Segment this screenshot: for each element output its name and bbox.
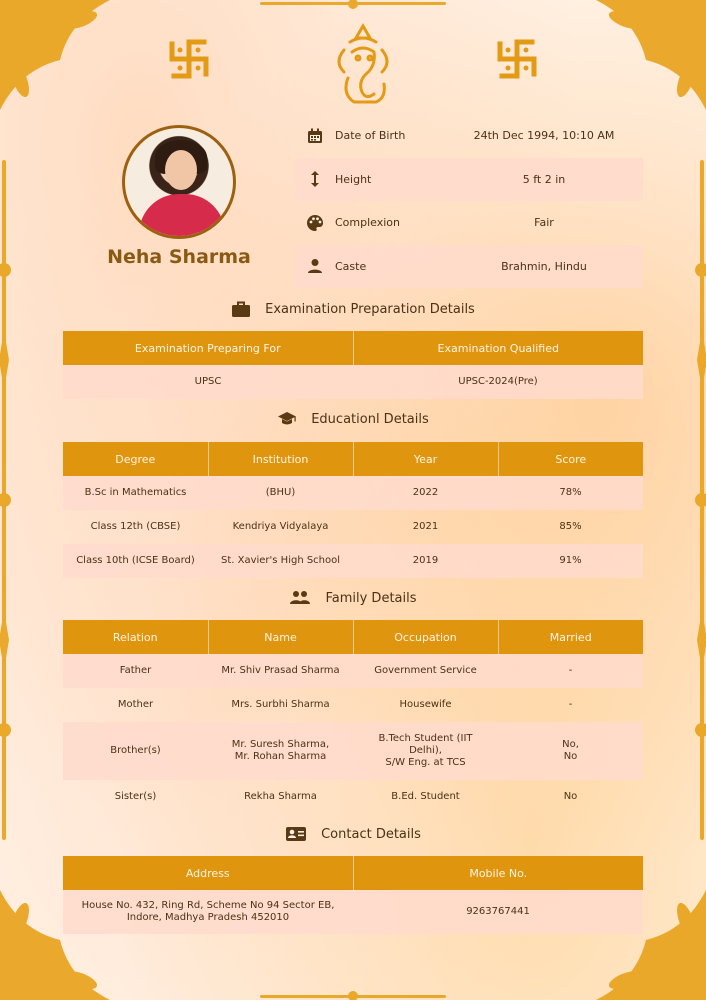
table-cell: 78% <box>498 476 643 510</box>
table-header-row: Degree Institution Year Score <box>63 442 643 476</box>
calendar-icon <box>308 128 322 143</box>
people-icon <box>290 591 311 604</box>
table-cell: 9263767441 <box>353 890 643 934</box>
table-row: Mother Mrs. Surbhi Sharma Housewife - <box>63 688 643 722</box>
detail-row-dob: Date of Birth 24th Dec 1994, 10:10 AM <box>295 114 643 158</box>
table-cell: Father <box>63 654 208 688</box>
person-icon <box>308 259 322 274</box>
section-heading: Examination Preparation Details <box>265 301 475 317</box>
table-cell: B.Tech Student (IIT Delhi), S/W Eng. at … <box>353 722 498 780</box>
detail-row-caste: Caste Brahmin, Hindu <box>295 244 643 288</box>
table-cell: Mr. Suresh Sharma, Mr. Rohan Sharma <box>208 722 353 780</box>
table-cell: B.Sc in Mathematics <box>63 476 208 510</box>
detail-label: Date of Birth <box>335 129 406 143</box>
table-cell: 2019 <box>353 544 498 578</box>
detail-row-complexion: Complexion Fair <box>295 201 643 245</box>
section-heading: Contact Details <box>321 826 421 842</box>
briefcase-icon <box>232 301 251 317</box>
table-cell: UPSC-2024(Pre) <box>353 365 643 399</box>
table-row: B.Sc in Mathematics (BHU) 2022 78% <box>63 476 643 510</box>
detail-value: 24th Dec 1994, 10:10 AM <box>473 129 615 143</box>
table-cell: 2021 <box>412 521 439 532</box>
table-cell: Class 10th (ICSE Board) <box>63 544 208 578</box>
exam-table: Examination Preparing For Examination Qu… <box>63 331 643 399</box>
education-table: Degree Institution Year Score B.Sc in Ma… <box>63 442 643 578</box>
table-header-row: Examination Preparing For Examination Qu… <box>63 331 643 365</box>
family-section-title: Family Details <box>63 590 643 606</box>
column-header: Name <box>208 620 354 654</box>
table-cell: House No. 432, Ring Rd, Scheme No 94 Sec… <box>63 890 353 934</box>
table-cell: No <box>563 791 578 802</box>
table-row: Sister(s) Rekha Sharma B.Ed. Student No <box>63 780 643 814</box>
table-cell: St. Xavier's High School <box>208 544 353 578</box>
table-cell: Class 12th (CBSE) <box>90 521 181 532</box>
table-row: Class 10th (ICSE Board) St. Xavier's Hig… <box>63 544 643 578</box>
table-header-row: Address Mobile No. <box>63 856 643 890</box>
column-header: Examination Qualified <box>353 331 643 365</box>
family-table: Relation Name Occupation Married Father … <box>63 620 643 814</box>
table-header-row: Relation Name Occupation Married <box>63 620 643 654</box>
table-cell: B.Ed. Student <box>391 791 460 802</box>
column-header: Degree <box>63 442 209 476</box>
table-cell: UPSC <box>63 365 353 399</box>
table-cell: Mr. Shiv Prasad Sharma <box>208 654 353 688</box>
detail-label: Complexion <box>335 216 401 230</box>
contact-table: Address Mobile No. House No. 432, Ring R… <box>63 856 643 934</box>
table-cell: No, No <box>498 722 643 780</box>
detail-row-height: Height 5 ft 2 in <box>295 157 643 201</box>
table-cell: Government Service <box>353 654 498 688</box>
table-cell: Brother(s) <box>63 722 208 780</box>
column-header: Relation <box>63 620 209 654</box>
column-header: Married <box>498 620 643 654</box>
table-cell: 91% <box>498 544 643 578</box>
personal-details: Date of Birth 24th Dec 1994, 10:10 AM He… <box>295 114 643 288</box>
table-row: Class 12th (CBSE) Kendriya Vidyalaya 202… <box>63 510 643 544</box>
profile-name: Neha Sharma <box>107 246 251 268</box>
contact-card-icon <box>286 827 307 841</box>
column-header: Examination Preparing For <box>63 331 354 365</box>
contact-section-title: Contact Details <box>63 826 643 842</box>
ganesha-icon <box>337 23 389 104</box>
table-cell: Rekha Sharma <box>244 791 317 802</box>
table-row: Father Mr. Shiv Prasad Sharma Government… <box>63 654 643 688</box>
table-cell: Mrs. Surbhi Sharma <box>231 699 330 710</box>
column-header: Mobile No. <box>353 856 643 890</box>
table-row: House No. 432, Ring Rd, Scheme No 94 Sec… <box>63 890 643 934</box>
table-cell: - <box>568 699 573 710</box>
table-cell: Kendriya Vidyalaya <box>232 521 329 532</box>
profile-photo <box>122 125 236 239</box>
section-heading: Family Details <box>325 590 417 606</box>
detail-label: Caste <box>335 259 367 273</box>
detail-value: 5 ft 2 in <box>522 172 566 186</box>
table-cell: (BHU) <box>208 476 353 510</box>
column-header: Occupation <box>353 620 499 654</box>
table-cell: 2022 <box>353 476 498 510</box>
table-cell: Housewife <box>399 699 452 710</box>
section-heading: Educationl Details <box>311 411 429 427</box>
column-header: Score <box>498 442 643 476</box>
detail-label: Height <box>335 172 372 186</box>
graduation-cap-icon <box>278 412 297 425</box>
detail-value: Fair <box>534 216 554 230</box>
column-header: Institution <box>208 442 354 476</box>
column-header: Year <box>353 442 499 476</box>
table-row: Brother(s) Mr. Suresh Sharma, Mr. Rohan … <box>63 722 643 780</box>
height-arrows-icon <box>311 171 319 188</box>
column-header: Address <box>63 856 354 890</box>
palette-icon <box>307 214 324 231</box>
table-cell: Mother <box>117 699 154 710</box>
table-cell: Sister(s) <box>114 791 157 802</box>
table-cell: 85% <box>559 521 582 532</box>
swastika-icon <box>497 39 537 79</box>
education-section-title: Educationl Details <box>63 411 643 427</box>
exam-section-title: Examination Preparation Details <box>63 300 643 318</box>
table-cell: - <box>498 654 643 688</box>
table-row: UPSC UPSC-2024(Pre) <box>63 365 643 399</box>
swastika-icon <box>169 39 209 79</box>
detail-value: Brahmin, Hindu <box>501 259 587 273</box>
